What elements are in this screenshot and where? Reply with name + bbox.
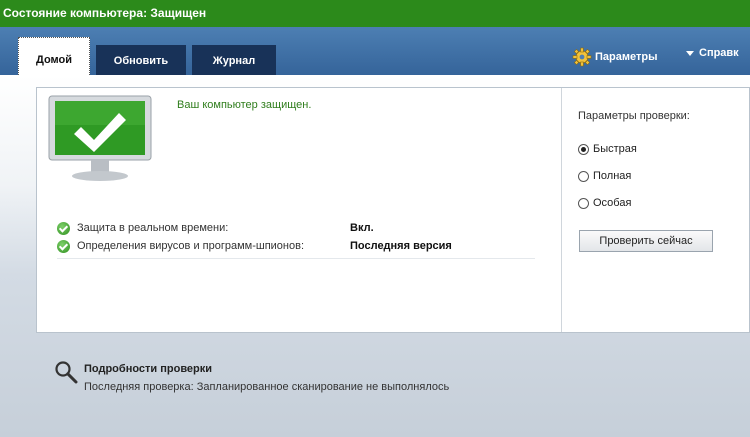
- help-label: Справк: [699, 47, 739, 59]
- search-icon: [55, 361, 78, 384]
- scan-option-quick-label: Быстрая: [593, 143, 637, 155]
- realtime-label: Защита в реальном времени:: [77, 222, 229, 234]
- last-scan-text: Последняя проверка: Запланированное скан…: [84, 381, 450, 393]
- gear-icon: [572, 47, 592, 67]
- scan-options-title: Параметры проверки:: [578, 110, 690, 122]
- caret-down-icon: [686, 50, 694, 56]
- scan-option-full-label: Полная: [593, 170, 632, 182]
- status-panel: Ваш компьютер защищен. Защита в реальном…: [36, 87, 750, 333]
- status-row-definitions: Определения вирусов и программ-шпионов: …: [57, 238, 452, 254]
- monitor-check-icon: [48, 95, 152, 181]
- radio-custom[interactable]: [578, 197, 589, 209]
- definitions-label: Определения вирусов и программ-шпионов:: [77, 240, 305, 252]
- scan-option-full[interactable]: Полная: [578, 170, 631, 182]
- radio-quick[interactable]: [578, 143, 589, 155]
- scan-now-button[interactable]: Проверить сейчас: [579, 230, 713, 252]
- scan-option-quick[interactable]: Быстрая: [578, 143, 637, 155]
- window-title: Состояние компьютера: Защищен: [0, 0, 750, 27]
- main-content: Ваш компьютер защищен. Защита в реальном…: [0, 75, 750, 437]
- rows-divider: [57, 258, 535, 259]
- radio-full[interactable]: [578, 170, 589, 182]
- settings-button[interactable]: Параметры: [572, 47, 657, 67]
- header-bar: Домой Обновить Журнал Параметры Справк: [0, 27, 750, 75]
- scan-option-custom[interactable]: Особая: [578, 197, 631, 209]
- scan-option-custom-label: Особая: [593, 197, 632, 209]
- status-message: Ваш компьютер защищен.: [177, 99, 312, 111]
- tab-history[interactable]: Журнал: [192, 45, 276, 75]
- green-check-icon: [57, 221, 70, 235]
- settings-label: Параметры: [595, 51, 658, 63]
- status-row-realtime: Защита в реальном времени: Вкл.: [57, 220, 374, 236]
- green-check-icon: [57, 239, 70, 253]
- scan-details-title: Подробности проверки: [84, 363, 213, 375]
- tab-update[interactable]: Обновить: [96, 45, 186, 75]
- definitions-value: Последняя версия: [350, 240, 452, 252]
- realtime-value: Вкл.: [350, 222, 374, 234]
- help-button[interactable]: Справк: [686, 47, 739, 59]
- column-divider: [561, 88, 562, 332]
- tab-home[interactable]: Домой: [18, 37, 90, 75]
